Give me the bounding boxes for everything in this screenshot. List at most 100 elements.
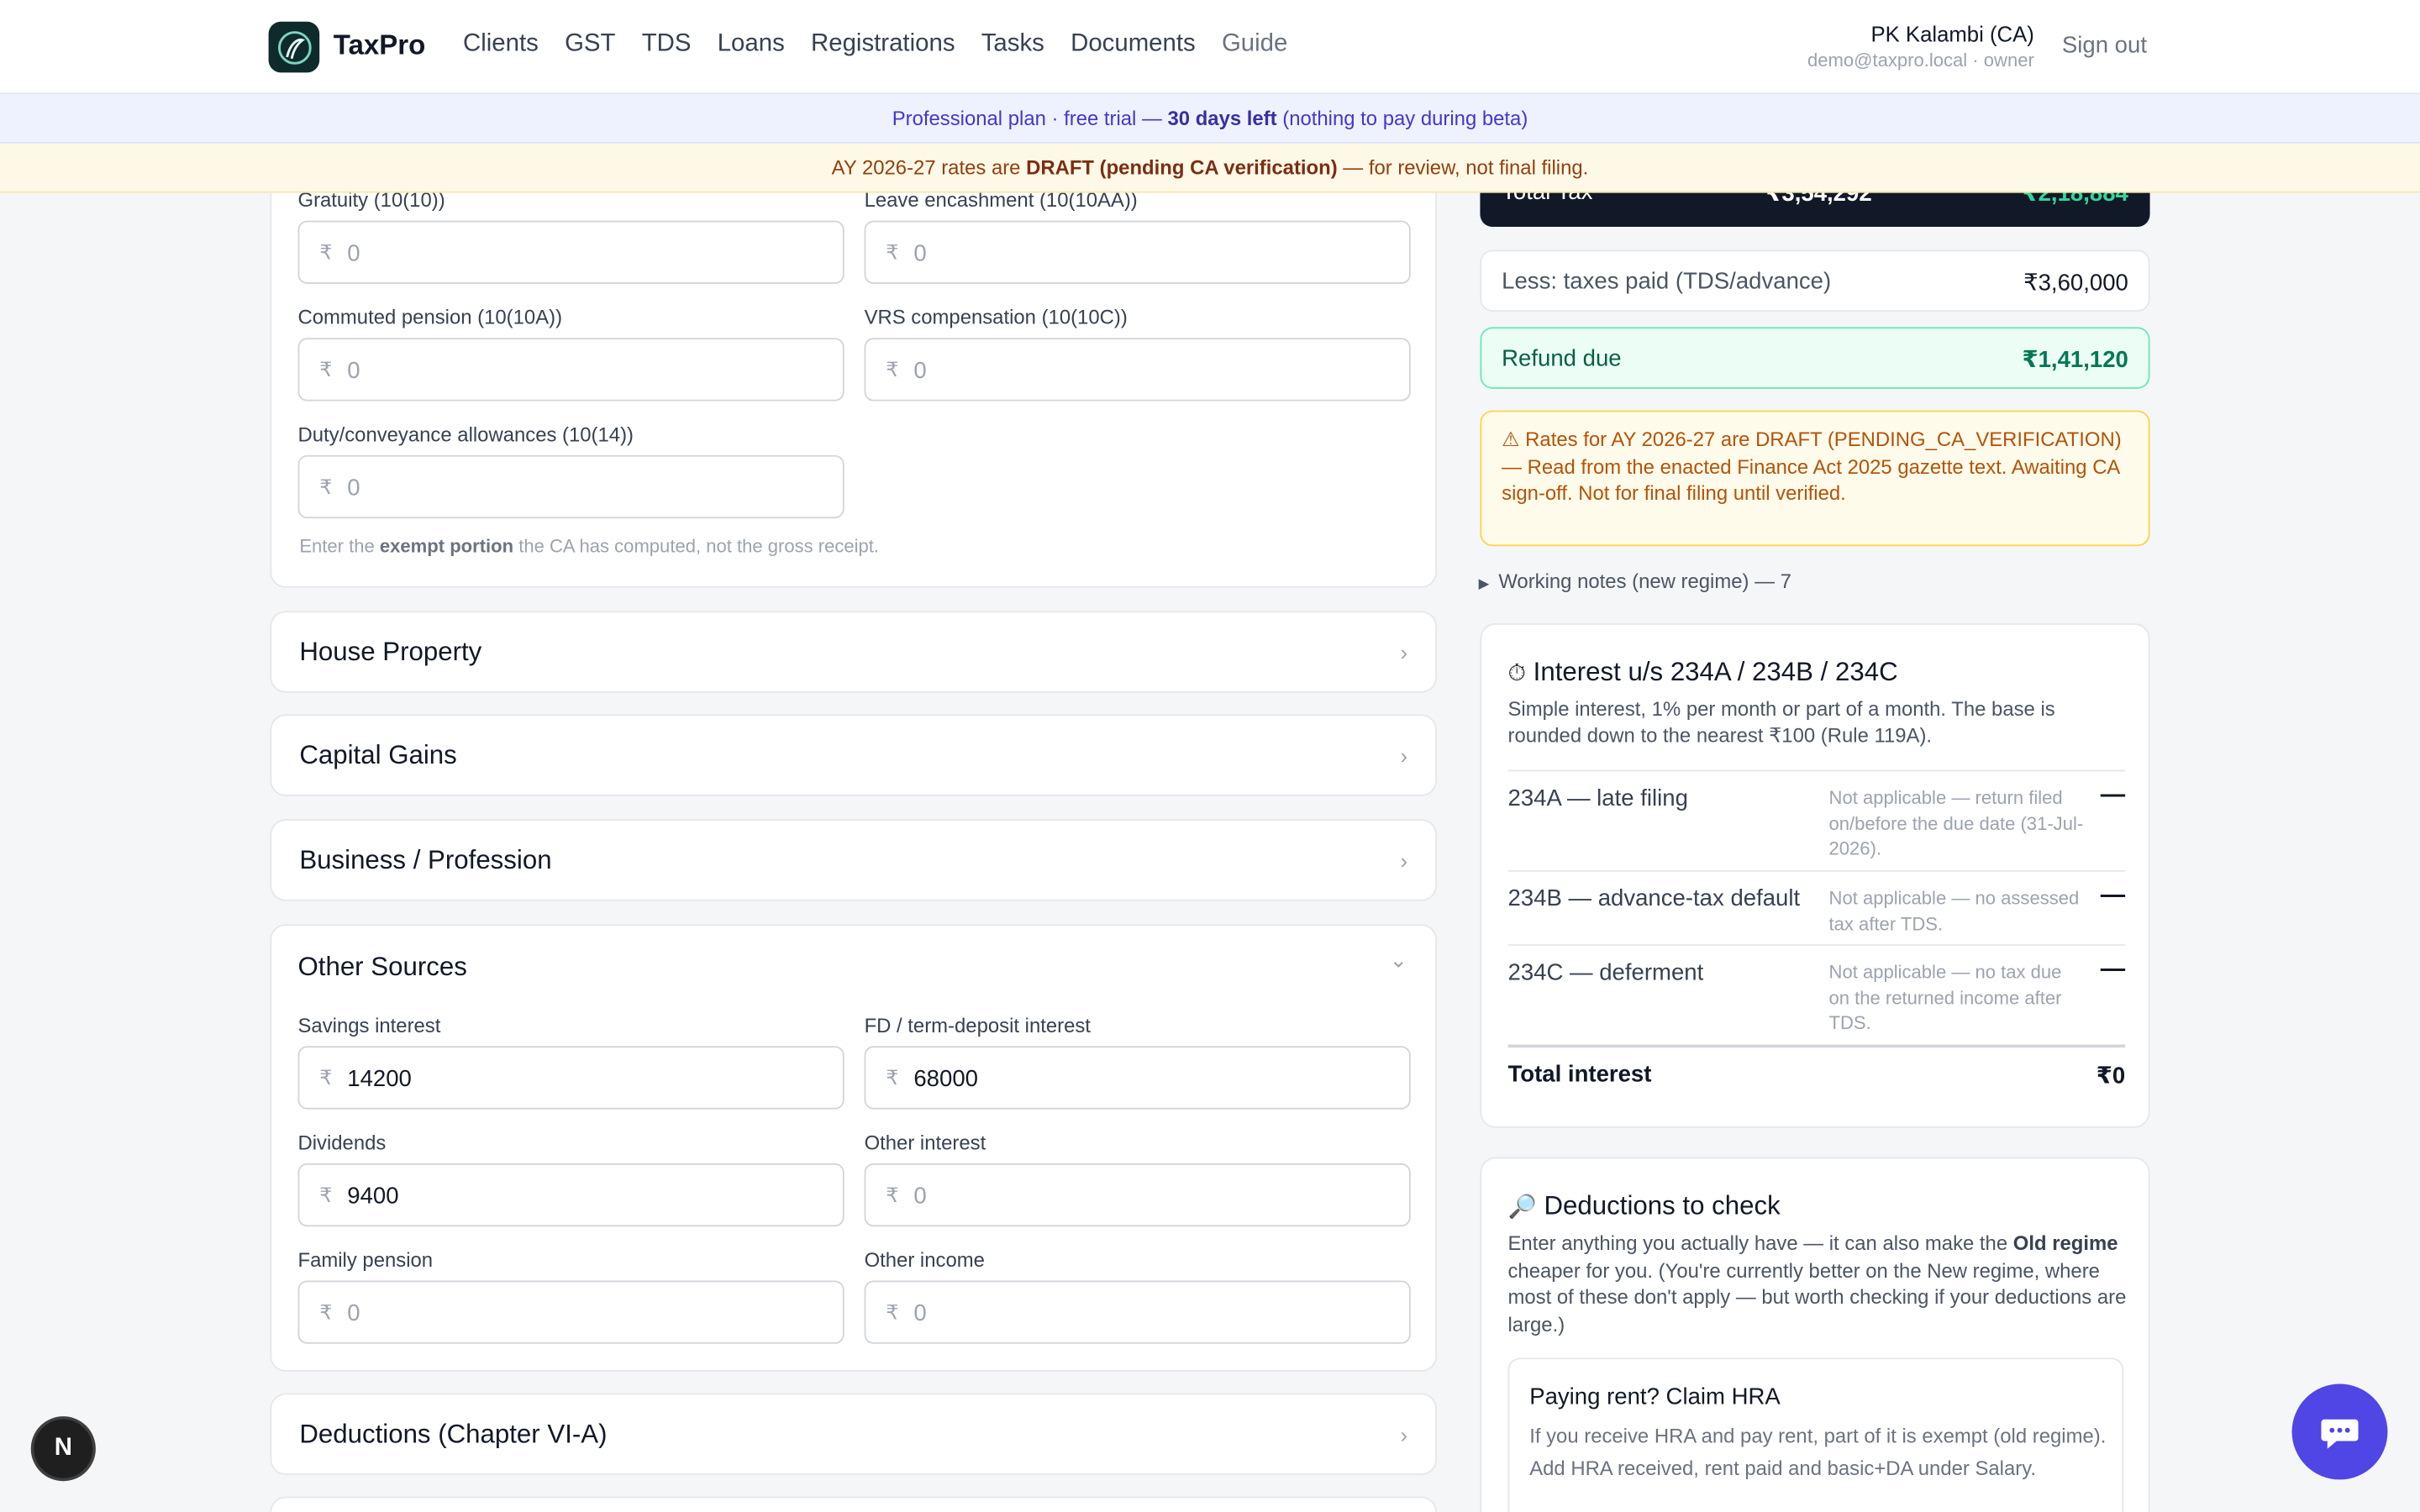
section-deductions-chapter-via[interactable]: Deductions (Chapter VI-A) › [270,1393,1438,1475]
draft-text-bold: DRAFT (pending CA verification) [1026,155,1338,180]
commuted-pension-input[interactable] [347,353,811,388]
fd-interest-field[interactable]: ₹ [864,1046,1411,1110]
interest-row-key: 234B — advance-tax default [1507,885,1801,912]
hra-description: If you receive HRA and pay rent, part of… [1529,1424,2107,1480]
interest-total-label: Total interest [1507,1061,1652,1088]
duty-allowance-field[interactable]: ₹ [297,454,844,519]
section-title: Business / Profession [299,845,552,875]
rupee-icon: ₹ [319,1183,333,1207]
brand-name[interactable]: TaxPro [334,29,426,62]
dividends-field[interactable]: ₹ [297,1163,844,1227]
dividends-label: Dividends [297,1131,387,1154]
hint-prefix: Enter the [299,535,380,558]
interest-row-234b: 234B — advance-tax default Not applicabl… [1507,869,2126,944]
user-info: PK Kalambi (CA) demo@taxpro.local · owne… [1807,22,2034,71]
draft-text-prefix: AY 2026-27 rates are [831,155,1027,180]
rupee-icon: ₹ [319,1300,333,1324]
duty-allowance-input[interactable] [347,470,811,505]
section-house-property[interactable]: House Property › [270,611,1438,693]
sub-bold: Old regime [2012,1231,2118,1255]
interest-row-key: 234A — late filing [1507,785,1688,812]
section-capital-gains[interactable]: Capital Gains › [270,714,1438,796]
chevron-down-icon[interactable]: ⌄ [1390,948,1408,974]
stopwatch-icon: ⏱ [1507,660,1526,687]
working-notes-toggle[interactable]: ▶ Working notes (new regime) — 7 [1479,570,1791,593]
other-income-field[interactable]: ₹ [864,1280,1411,1344]
interest-card: ⏱ Interest u/s 234A / 234B / 234C Simple… [1480,623,2150,1128]
deductions-check-card: 🔎 Deductions to check Enter anything you… [1480,1157,2150,1512]
savings-interest-input[interactable] [347,1061,811,1096]
other-interest-label: Other interest [864,1131,986,1154]
interest-total-row: Total interest ₹0 [1507,1044,2126,1105]
rupee-icon: ₹ [886,358,899,381]
refund-value: ₹1,41,120 [2022,347,2128,374]
interest-subtitle: Simple interest, 1% per month or part of… [1507,697,2055,747]
sign-out-link[interactable]: Sign out [2062,33,2147,59]
fd-interest-input[interactable] [913,1061,1377,1096]
hra-title: Paying rent? Claim HRA [1529,1383,1781,1410]
savings-interest-label: Savings interest [297,1013,441,1037]
taxes-paid-row: Less: taxes paid (TDS/advance) ₹3,60,000 [1480,249,2150,312]
sub-suffix: cheaper for you. (You're currently bette… [1507,1257,2127,1336]
section-next-collapsed[interactable] [270,1496,1438,1512]
interest-total-value: ₹0 [2096,1063,2126,1089]
vrs-compensation-field[interactable]: ₹ [864,338,1411,402]
rupee-icon: ₹ [886,1183,899,1207]
taxes-paid-value: ₹3,60,000 [2023,270,2128,297]
plan-text-suffix: (nothing to pay during beta) [1276,106,1528,130]
rupee-icon: ₹ [319,475,333,499]
next-dev-badge[interactable]: N [30,1416,96,1482]
vrs-compensation-input[interactable] [913,353,1377,388]
other-interest-input[interactable] [913,1179,1377,1213]
section-title[interactable]: Other Sources [297,952,466,983]
dividends-input[interactable] [347,1179,811,1213]
rupee-icon: ₹ [319,358,333,381]
savings-interest-field[interactable]: ₹ [297,1046,844,1110]
nav-registrations[interactable]: Registrations [811,31,955,59]
hra-tip-card: Paying rent? Claim HRA If you receive HR… [1507,1357,2124,1512]
gratuity-input[interactable] [347,236,811,270]
user-name: PK Kalambi (CA) [1870,21,2034,47]
nav-documents[interactable]: Documents [1071,31,1196,59]
interest-row-note: Not applicable — no tax due on the retur… [1828,961,2062,1034]
section-business-profession[interactable]: Business / Profession › [270,819,1438,901]
nav-loans[interactable]: Loans [718,31,785,59]
family-pension-input[interactable] [347,1295,811,1331]
interest-row-value: — [2100,782,2126,809]
interest-row-234c: 234C — deferment Not applicable — no tax… [1507,944,2126,1044]
plan-days-left: 30 days left [1167,106,1277,130]
nav-clients[interactable]: Clients [463,31,539,59]
other-income-input[interactable] [913,1295,1377,1331]
family-pension-field[interactable]: ₹ [297,1280,844,1344]
commuted-pension-field[interactable]: ₹ [297,338,844,402]
user-email: demo@taxpro.local · owner [1807,49,2034,71]
chat-button[interactable] [2291,1383,2388,1480]
rupee-icon: ₹ [319,240,333,265]
taxpro-logo-icon[interactable] [268,21,320,73]
rupee-icon: ₹ [886,240,899,265]
interest-row-note: Not applicable — return filed on/before … [1828,786,2084,860]
other-income-label: Other income [864,1247,985,1272]
nav-guide[interactable]: Guide [1222,31,1287,59]
interest-row-note: Not applicable — no assessed tax after T… [1828,887,2080,935]
section-title: Deductions (Chapter VI-A) [299,1419,608,1449]
nav-tasks[interactable]: Tasks [981,31,1044,59]
gratuity-field[interactable]: ₹ [297,220,844,284]
magnifier-icon: 🔎 [1507,1194,1537,1221]
vrs-compensation-label: VRS compensation (10(10C)) [864,305,1128,329]
draft-rates-banner: AY 2026-27 rates are DRAFT (pending CA v… [0,143,2420,193]
leave-encashment-input[interactable] [913,236,1377,270]
deductions-check-title-text: Deductions to check [1544,1190,1781,1221]
draft-text-suffix: — for review, not final filing. [1337,155,1589,180]
other-interest-field[interactable]: ₹ [864,1163,1411,1227]
interest-row-value: — [2100,882,2126,909]
section-title: Capital Gains [299,740,457,770]
nav-gst[interactable]: GST [565,31,615,59]
interest-title-text: Interest u/s 234A / 234B / 234C [1533,657,1898,687]
nav-tds[interactable]: TDS [642,31,692,59]
rupee-icon: ₹ [319,1066,333,1089]
leave-encashment-field[interactable]: ₹ [864,220,1411,284]
exempt-income-card: Gratuity (10(10)) ₹ Leave encashment (10… [270,154,1438,588]
interest-row-value: — [2100,956,2126,984]
refund-due-row: Refund due ₹1,41,120 [1480,327,2150,389]
